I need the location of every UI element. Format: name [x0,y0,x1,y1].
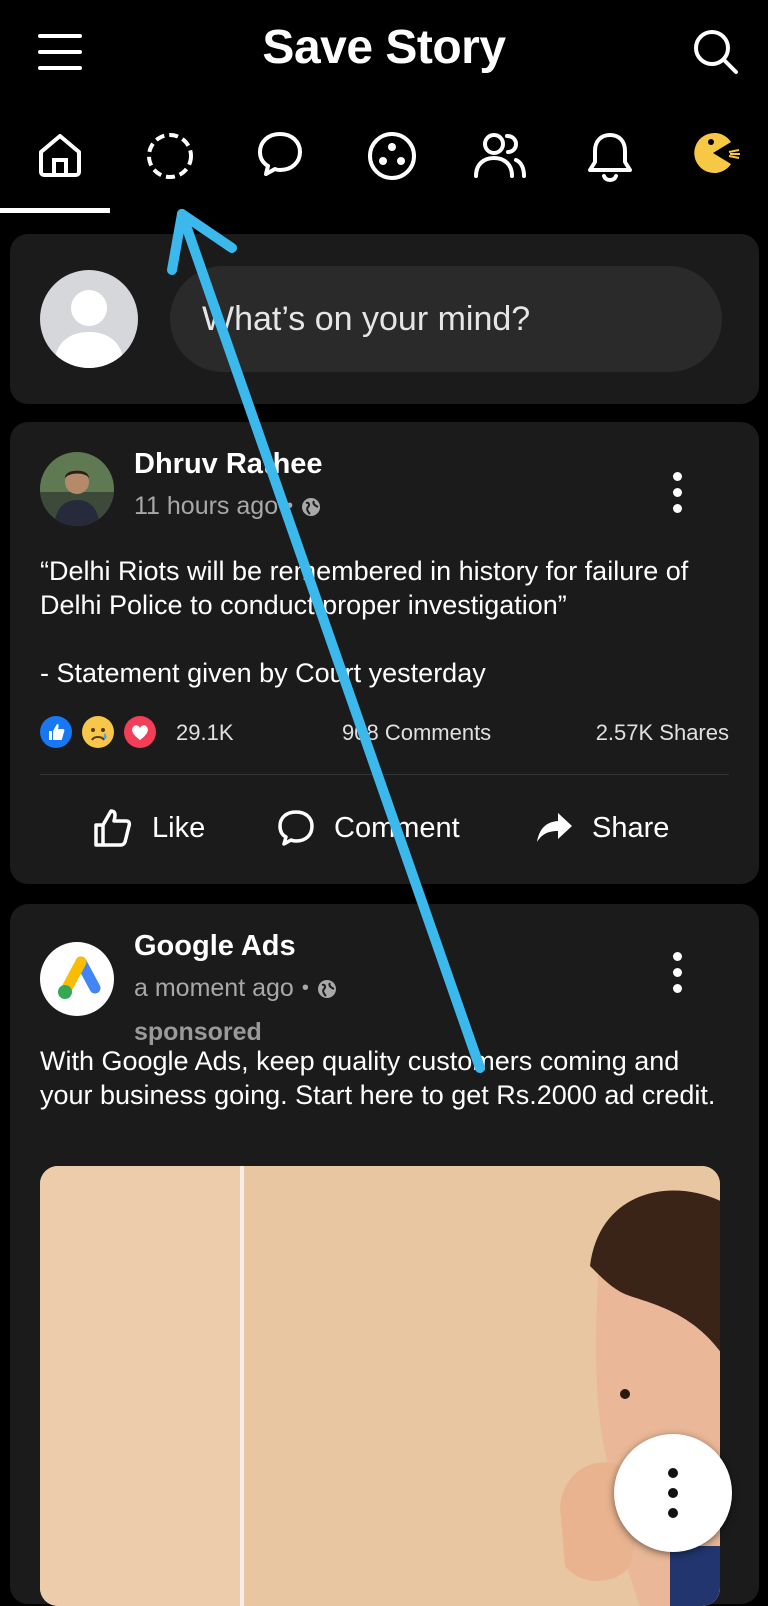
post-options-button[interactable] [671,952,683,993]
pacman-icon [694,133,740,173]
share-arrow-icon [537,813,572,842]
globe-icon [302,497,321,516]
love-reaction-icon [124,716,156,748]
comment-button[interactable]: Comment [276,800,460,856]
like-reaction-icon [40,716,72,748]
groups-icon [368,132,416,180]
messenger-icon [258,132,302,176]
meta-separator: • [286,495,294,517]
tab-groups[interactable] [338,120,446,212]
user-avatar[interactable] [40,270,138,368]
shares-count[interactable]: 2.57K Shares [596,720,729,746]
tab-game[interactable] [662,120,768,212]
post-options-button[interactable] [671,472,683,513]
author-avatar[interactable] [40,452,114,526]
app-header: Save Story [0,0,768,104]
home-icon [39,134,81,177]
post-meta: 11 hours ago • [134,492,321,521]
post-time: a moment ago [134,974,294,1002]
post-stats: 29.1K 908 Comments 2.57K Shares [40,712,729,752]
share-label: Share [592,811,670,844]
sponsored-label: sponsored [134,1018,262,1046]
post-meta: a moment ago • [134,974,337,1003]
post-text-attribution: - Statement given by Court yesterday [40,658,486,688]
comment-label: Comment [334,811,460,844]
selected-tab-indicator [0,208,110,213]
divider [40,774,729,775]
whats-on-your-mind-input[interactable]: What’s on your mind? [170,266,722,372]
reaction-count[interactable]: 29.1K [176,720,234,746]
globe-icon [317,979,336,998]
page-title: Save Story [262,21,506,74]
ad-image[interactable] [40,1166,720,1606]
share-button[interactable]: Share [534,800,669,856]
tab-home[interactable] [6,120,114,212]
tab-bar [0,120,768,216]
tab-notifications[interactable] [556,120,664,212]
post-author[interactable]: Dhruv Rathee [134,448,323,481]
tab-friends[interactable] [446,120,554,212]
meta-separator: • [301,977,309,999]
stories-loading-icon [147,133,193,179]
post-text: With Google Ads, keep quality customers … [40,1046,716,1110]
thumbs-up-icon [94,809,132,847]
notifications-icon [588,133,632,182]
search-icon[interactable] [692,28,740,76]
like-button[interactable]: Like [92,800,205,856]
post-author[interactable]: Google Ads [134,930,296,963]
like-label: Like [152,811,206,844]
tab-stories[interactable] [116,120,224,212]
post-time: 11 hours ago [134,492,279,520]
more-options-fab[interactable] [614,1434,732,1552]
comments-count[interactable]: 908 Comments [342,720,491,746]
sad-reaction-icon [82,716,114,748]
google-ads-logo[interactable] [40,942,114,1016]
friends-icon [474,133,526,178]
tab-messenger[interactable] [226,120,334,212]
post-card: Dhruv Rathee 11 hours ago • “Delhi Riots… [10,422,759,884]
post-text: “Delhi Riots will be remembered in histo… [40,556,689,620]
post-composer: What’s on your mind? [10,234,759,404]
comment-icon [278,810,314,846]
